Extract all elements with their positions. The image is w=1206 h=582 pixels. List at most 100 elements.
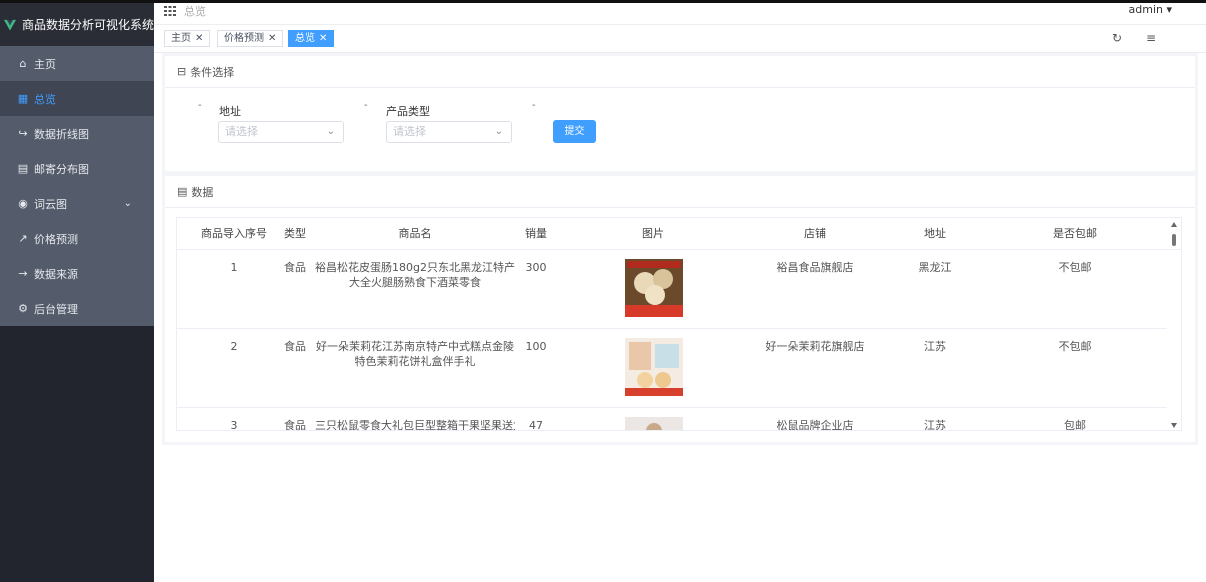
cell-type: 食品 bbox=[284, 419, 306, 431]
cell-type: 食品 bbox=[284, 340, 306, 353]
tag-label: 价格预测 bbox=[224, 33, 264, 44]
home-icon: ⌂ bbox=[19, 57, 27, 70]
data-card: ▤ 数据 商品导入序号 类型 商品名 销量 图片 店铺 地址 是否包邮 1 食品 bbox=[165, 176, 1195, 442]
cell-name: 裕昌松花皮蛋肠180g2只东北黑龙江特产大全火腿肠熟食下酒菜零食 bbox=[315, 261, 515, 289]
filter-card-title: 条件选择 bbox=[190, 65, 235, 79]
cell-shop: 松鼠品牌企业店 bbox=[776, 419, 854, 431]
tag-price-forecast[interactable]: 价格预测 ✕ bbox=[217, 30, 284, 47]
app-title: 商品数据分析可视化系统 bbox=[21, 18, 154, 32]
sidebar-item-admin[interactable]: ⚙ 后台管理 bbox=[0, 291, 154, 326]
sidebar-menu: ⌂ 主页 ▦ 总览 ↪ 数据折线图 ▤ 邮寄分布图 ◉ 词云图 ⌄ ↗ 价格预测… bbox=[0, 46, 154, 326]
grid-icon: ▦ bbox=[17, 92, 29, 105]
cell-shipping: 不包邮 bbox=[1058, 340, 1092, 353]
cell-address: 江苏 bbox=[924, 340, 946, 353]
cell-index: 2 bbox=[230, 340, 238, 353]
field-marker: - bbox=[198, 100, 202, 111]
top-header: 总览 admin ▾ bbox=[154, 3, 1206, 25]
gear-icon: ⚙ bbox=[18, 302, 28, 315]
cell-name: 三只松鼠零食大礼包巨型整箱干果坚果送女友 bbox=[315, 419, 515, 431]
filter-card-header: ⊟ 条件选择 bbox=[165, 56, 1195, 88]
column-header: 销量 bbox=[525, 227, 547, 240]
cell-shipping: 包邮 bbox=[1064, 419, 1086, 431]
key-icon: ↪ bbox=[18, 127, 28, 140]
sidebar-item-label: 邮寄分布图 bbox=[34, 162, 89, 176]
address-select[interactable]: 请选择 ⌄ bbox=[218, 121, 344, 143]
chevron-down-icon: ⌄ bbox=[326, 126, 335, 137]
cell-index: 3 bbox=[230, 419, 238, 431]
cell-shipping: 不包邮 bbox=[1058, 261, 1092, 274]
sidebar-item-wordcloud[interactable]: ◉ 词云图 ⌄ bbox=[0, 186, 154, 221]
table-row[interactable]: 3 食品 三只松鼠零食大礼包巨型整箱干果坚果送女友 47 松鼠品牌企业店 江苏 … bbox=[177, 408, 1167, 431]
column-header: 是否包邮 bbox=[1053, 227, 1097, 240]
close-icon[interactable]: ✕ bbox=[195, 33, 203, 44]
tag-label: 总览 bbox=[295, 33, 315, 44]
column-header: 图片 bbox=[642, 227, 664, 240]
sidebar-item-overview[interactable]: ▦ 总览 bbox=[0, 81, 154, 116]
tag-label: 主页 bbox=[171, 33, 191, 44]
data-card-header: ▤ 数据 bbox=[165, 176, 1195, 208]
menu-toggle-icon[interactable] bbox=[164, 6, 176, 16]
arrow-right-icon: → bbox=[18, 267, 28, 280]
tags-view: 主页 ✕ 价格预测 ✕ 总览 ✕ ↻ ≡ bbox=[154, 25, 1206, 53]
table-scrollbar[interactable] bbox=[1167, 218, 1181, 431]
close-icon[interactable]: ✕ bbox=[319, 33, 327, 44]
product-image bbox=[625, 259, 683, 317]
cell-index: 1 bbox=[230, 261, 238, 274]
address-label: 地址 bbox=[219, 105, 241, 118]
sidebar-item-data-source[interactable]: → 数据来源 bbox=[0, 256, 154, 291]
cell-type: 食品 bbox=[284, 261, 306, 274]
user-menu[interactable]: admin ▾ bbox=[1129, 3, 1173, 16]
table-row[interactable]: 1 食品 裕昌松花皮蛋肠180g2只东北黑龙江特产大全火腿肠熟食下酒菜零食 30… bbox=[177, 250, 1167, 329]
sidebar-item-label: 后台管理 bbox=[34, 302, 78, 316]
trend-icon: ↗ bbox=[18, 232, 28, 245]
field-marker: - bbox=[364, 100, 368, 111]
refresh-icon[interactable]: ↻ bbox=[1112, 31, 1122, 45]
sidebar-item-label: 词云图 bbox=[34, 197, 67, 211]
caret-down-icon: ▾ bbox=[1166, 3, 1172, 16]
table-row[interactable]: 2 食品 好一朵茉莉花江苏南京特产中式糕点金陵特色茉莉花饼礼盒伴手礼 100 好… bbox=[177, 329, 1167, 408]
chevron-down-icon: ⌄ bbox=[494, 126, 503, 137]
sidebar-item-label: 数据来源 bbox=[34, 267, 78, 281]
sidebar-item-label: 价格预测 bbox=[34, 232, 78, 246]
cell-sales: 300 bbox=[525, 261, 547, 274]
collapse-icon: ⊟ bbox=[177, 65, 187, 78]
table-icon: ▤ bbox=[177, 185, 188, 198]
cell-name: 好一朵茉莉花江苏南京特产中式糕点金陵特色茉莉花饼礼盒伴手礼 bbox=[316, 340, 514, 368]
column-header: 商品导入序号 bbox=[201, 227, 267, 240]
cell-shop: 裕昌食品旗舰店 bbox=[776, 261, 854, 274]
product-image bbox=[625, 417, 683, 430]
table-header: 商品导入序号 类型 商品名 销量 图片 店铺 地址 是否包邮 bbox=[177, 218, 1181, 250]
column-header: 地址 bbox=[924, 227, 946, 240]
product-type-placeholder: 请选择 bbox=[393, 125, 426, 138]
clipboard-icon: ▤ bbox=[17, 162, 29, 175]
sidebar: 商品数据分析可视化系统 ⌂ 主页 ▦ 总览 ↪ 数据折线图 ▤ 邮寄分布图 ◉ … bbox=[0, 3, 154, 582]
sidebar-item-home[interactable]: ⌂ 主页 bbox=[0, 46, 154, 81]
sidebar-item-mail-distribution[interactable]: ▤ 邮寄分布图 bbox=[0, 151, 154, 186]
product-type-label: 产品类型 bbox=[386, 105, 430, 118]
content-background: ⊟ 条件选择 - 地址 请选择 ⌄ - 产品类型 请选择 ⌄ - 提交 ▤ 数据 bbox=[162, 53, 1198, 445]
sidebar-item-label: 总览 bbox=[34, 92, 56, 106]
column-header: 店铺 bbox=[804, 227, 826, 240]
close-icon[interactable]: ✕ bbox=[268, 33, 276, 44]
product-type-select[interactable]: 请选择 ⌄ bbox=[386, 121, 512, 143]
tag-overview[interactable]: 总览 ✕ bbox=[288, 30, 335, 47]
filter-card: ⊟ 条件选择 - 地址 请选择 ⌄ - 产品类型 请选择 ⌄ - 提交 bbox=[165, 56, 1195, 171]
column-header: 商品名 bbox=[398, 227, 432, 240]
column-header: 类型 bbox=[284, 227, 306, 240]
main-content: ⊟ 条件选择 - 地址 请选择 ⌄ - 产品类型 请选择 ⌄ - 提交 ▤ 数据 bbox=[154, 53, 1206, 582]
eye-icon: ◉ bbox=[18, 197, 28, 210]
breadcrumb: 总览 bbox=[184, 5, 206, 18]
data-card-title: 数据 bbox=[191, 185, 214, 199]
data-table: 商品导入序号 类型 商品名 销量 图片 店铺 地址 是否包邮 1 食品 裕昌松花… bbox=[176, 217, 1182, 431]
chevron-down-icon: ⌄ bbox=[123, 198, 132, 209]
cell-address: 江苏 bbox=[924, 419, 946, 431]
sidebar-item-price-forecast[interactable]: ↗ 价格预测 bbox=[0, 221, 154, 256]
address-placeholder: 请选择 bbox=[225, 125, 258, 138]
product-image bbox=[625, 338, 683, 396]
cell-sales: 47 bbox=[529, 419, 543, 431]
tag-home[interactable]: 主页 ✕ bbox=[164, 30, 211, 47]
cell-shop: 好一朵茉莉花旗舰店 bbox=[765, 340, 865, 353]
submit-button[interactable]: 提交 bbox=[553, 120, 596, 143]
settings-sliders-icon[interactable]: ≡ bbox=[1146, 31, 1156, 45]
sidebar-item-line-chart[interactable]: ↪ 数据折线图 bbox=[0, 116, 154, 151]
